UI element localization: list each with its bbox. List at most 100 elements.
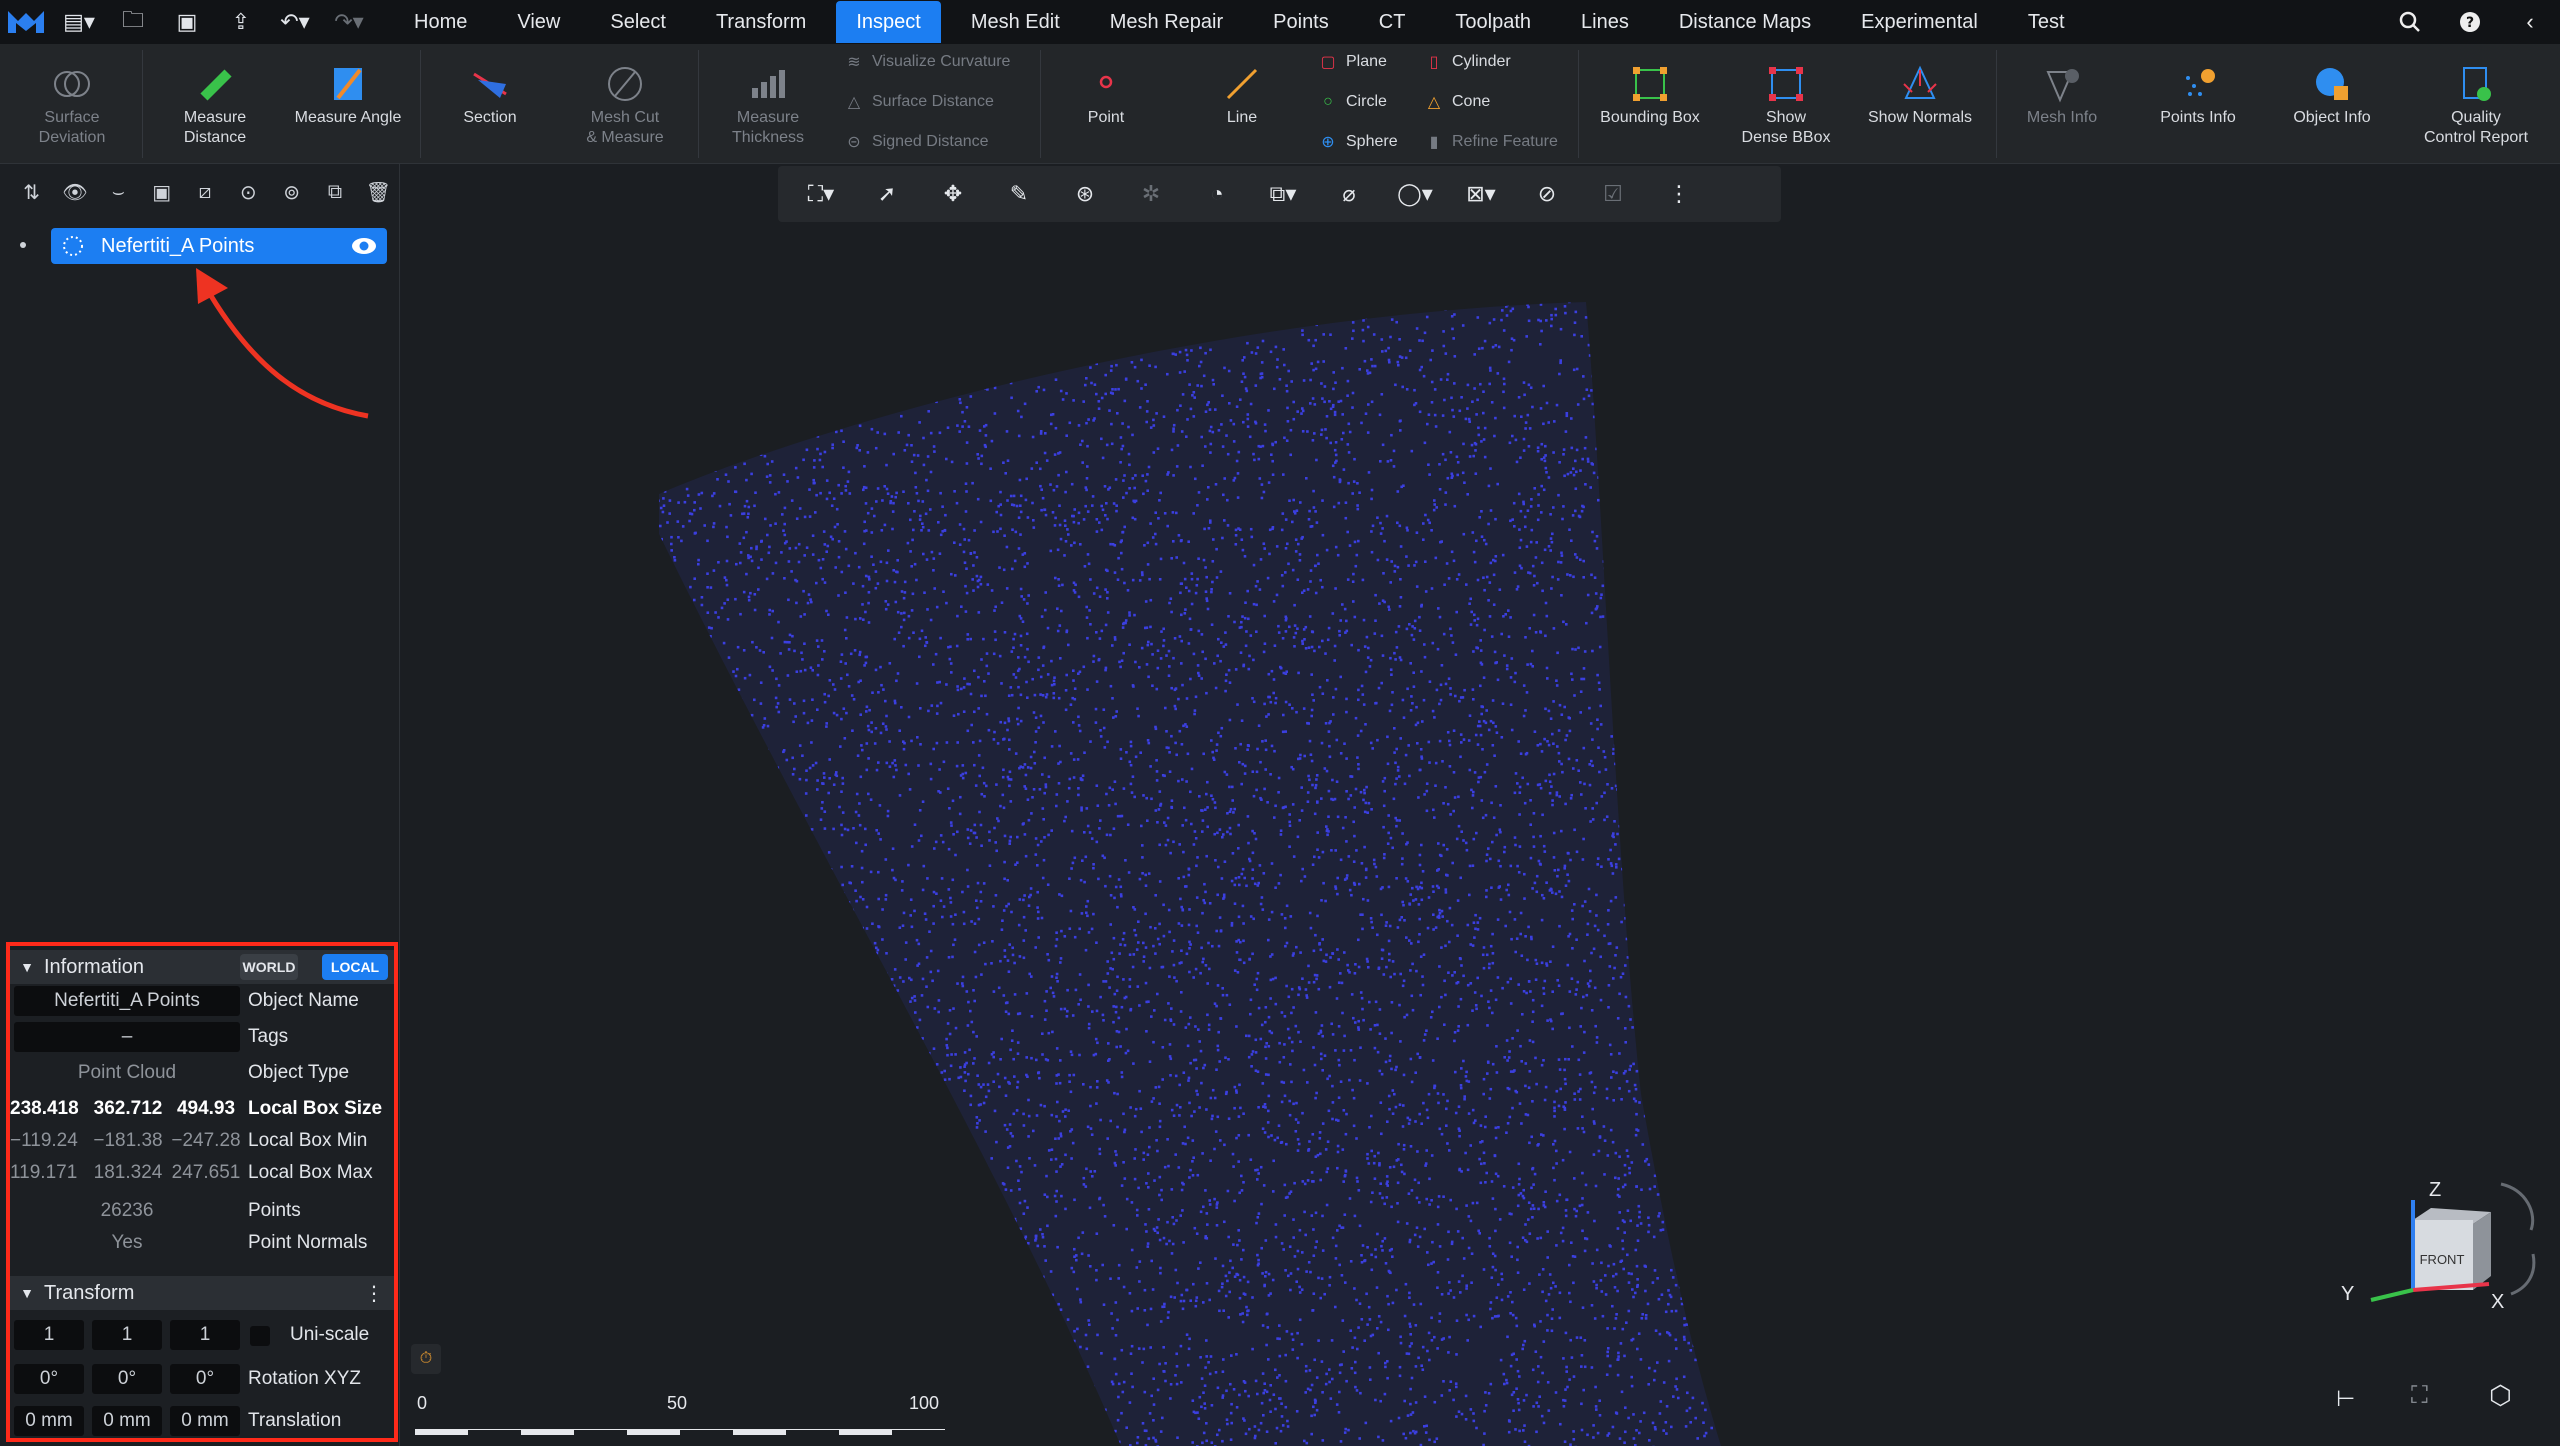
collapse-ribbon-icon[interactable]: ‹ — [2500, 0, 2560, 44]
deselect-icon[interactable]: ⧄ — [183, 172, 226, 212]
measure-angle-button[interactable]: Measure Angle — [288, 44, 408, 164]
export-icon[interactable]: ⇪ — [214, 0, 268, 44]
refine-feature-button[interactable]: ▮ Refine Feature — [1424, 124, 1558, 160]
tab-view[interactable]: View — [497, 1, 580, 43]
eye-closed-icon[interactable]: ⌣ — [97, 172, 140, 212]
object-name-field[interactable]: Nefertiti_A Points — [14, 986, 240, 1016]
plane-button[interactable]: ▢ Plane — [1318, 44, 1386, 80]
sphere-button[interactable]: ⊕ Sphere — [1318, 124, 1397, 160]
translation-x-input[interactable]: 0 mm — [14, 1406, 84, 1436]
rotate-view-icon[interactable] — [2500, 1182, 2535, 1231]
points-info-button[interactable]: Points Info — [2148, 44, 2248, 164]
undo-icon[interactable]: ↶▾ — [268, 0, 322, 44]
help-icon[interactable]: ? — [2440, 0, 2500, 44]
app-logo-icon[interactable] — [0, 0, 52, 44]
object-info-button[interactable]: Object Info — [2282, 44, 2382, 164]
eye-icon[interactable]: 👁 — [53, 172, 96, 212]
search-icon[interactable] — [2380, 0, 2440, 44]
save-icon[interactable]: ▣ — [160, 0, 214, 44]
visibility-eye-icon[interactable] — [351, 234, 377, 264]
tab-select[interactable]: Select — [590, 1, 686, 43]
projection-cube-icon[interactable]: ⬡ — [2489, 1380, 2512, 1411]
select-all-icon[interactable]: ▣ — [140, 172, 183, 212]
line-button[interactable]: Line — [1192, 44, 1292, 164]
mesh-info-button[interactable]: Mesh Info — [2012, 44, 2112, 164]
local-toggle[interactable]: LOCAL — [322, 954, 388, 980]
rotation-x-input[interactable]: 0° — [14, 1364, 84, 1394]
circle-button[interactable]: ○ Circle — [1318, 84, 1387, 120]
quality-control-report-button[interactable]: Quality Control Report — [2416, 44, 2536, 164]
duplicate-icon[interactable]: ⧉ — [313, 172, 356, 212]
tags-field[interactable]: – — [14, 1022, 240, 1052]
hide-brush-icon[interactable]: ⌀ — [1316, 172, 1382, 216]
surface-distance-button[interactable]: △ Surface Distance — [844, 84, 994, 120]
visualize-curvature-button[interactable]: ≋ Visualize Curvature — [844, 44, 1010, 80]
tab-transform[interactable]: Transform — [696, 1, 826, 43]
scale-y-input[interactable]: 1 — [92, 1320, 162, 1350]
tab-experimental[interactable]: Experimental — [1841, 1, 1998, 43]
information-header[interactable]: ▼ Information WORLD LOCAL — [10, 950, 394, 984]
measure-distance-button[interactable]: Measure Distance — [165, 44, 265, 164]
redo-icon[interactable]: ↷▾ — [322, 0, 376, 44]
more-options-icon[interactable]: ⋮ — [364, 1281, 384, 1306]
rotation-y-input[interactable]: 0° — [92, 1364, 162, 1394]
mesh-cut-button[interactable]: Mesh Cut & Measure — [575, 44, 675, 164]
signed-distance-button[interactable]: ⊝ Signed Distance — [844, 124, 988, 160]
tab-ct[interactable]: CT — [1359, 1, 1426, 43]
tab-mesh-repair[interactable]: Mesh Repair — [1090, 1, 1243, 43]
tab-mesh-edit[interactable]: Mesh Edit — [951, 1, 1080, 43]
select-arrow-icon[interactable]: ➚ — [854, 172, 920, 216]
box-select-icon[interactable]: ⊠▾ — [1448, 172, 1514, 216]
fit-selection-icon[interactable]: ⛶▾ — [788, 172, 854, 216]
world-toggle[interactable]: WORLD — [240, 954, 298, 980]
tab-toolpath[interactable]: Toolpath — [1435, 1, 1551, 43]
tab-home[interactable]: Home — [394, 1, 487, 43]
tab-inspect[interactable]: Inspect — [836, 1, 941, 43]
timer-icon[interactable]: ⏱ — [411, 1344, 441, 1374]
transform-header[interactable]: ▼ Transform ⋮ — [10, 1276, 394, 1310]
rotation-z-input[interactable]: 0° — [170, 1364, 240, 1394]
open-folder-icon[interactable]: 🗀 — [106, 0, 160, 44]
apply-icon[interactable]: ☑ — [1580, 172, 1646, 216]
scale-x-input[interactable]: 1 — [14, 1320, 84, 1350]
show-normals-button[interactable]: Show Normals — [1860, 44, 1980, 164]
show-dense-bbox-button[interactable]: Show Dense BBox — [1726, 44, 1846, 164]
scale-z-input[interactable]: 1 — [170, 1320, 240, 1350]
tab-distance-maps[interactable]: Distance Maps — [1659, 1, 1831, 43]
cone-button[interactable]: △ Cone — [1424, 84, 1490, 120]
edit-brush-icon[interactable]: ✎ — [986, 172, 1052, 216]
translation-z-input[interactable]: 0 mm — [170, 1406, 240, 1436]
tab-test[interactable]: Test — [2008, 1, 2085, 43]
view-cube[interactable]: Z Y X FRONT — [2341, 1164, 2551, 1324]
wheel-icon[interactable]: ⊛ — [1052, 172, 1118, 216]
rotate-view-icon[interactable] — [2510, 1253, 2536, 1296]
move-up-icon[interactable]: ⊙ — [227, 172, 270, 212]
lasso-icon[interactable]: ◯▾ — [1382, 172, 1448, 216]
clone-icon[interactable]: ⧉▾ — [1250, 172, 1316, 216]
section-button[interactable]: Section — [440, 44, 540, 164]
bounding-box-button[interactable]: Bounding Box — [1590, 44, 1710, 164]
clear-selection-icon[interactable]: ⊘ — [1514, 172, 1580, 216]
translation-y-input[interactable]: 0 mm — [92, 1406, 162, 1436]
object-name-label: Object Name — [248, 990, 359, 1011]
move-down-icon[interactable]: ⊚ — [270, 172, 313, 212]
sort-icon[interactable]: ⇅ — [10, 172, 53, 212]
cylinder-button[interactable]: ▯ Cylinder — [1424, 44, 1511, 80]
trash-icon[interactable]: 🗑 — [357, 172, 400, 212]
line-label: Line — [1226, 109, 1258, 126]
uniscale-checkbox[interactable] — [250, 1326, 270, 1346]
tab-points[interactable]: Points — [1253, 1, 1349, 43]
object-shape-icon[interactable]: ◔ — [1184, 172, 1250, 216]
3d-viewport[interactable]: Z Y X FRONT ⊢ ⛶ ⬡ ⏱ — [401, 164, 2560, 1446]
tree-item-nefertiti-points[interactable]: Nefertiti_A Points — [51, 228, 387, 264]
point-button[interactable]: Point — [1056, 44, 1156, 164]
measure-thickness-button[interactable]: Measure Thickness — [718, 44, 818, 164]
tab-lines[interactable]: Lines — [1561, 1, 1649, 43]
more-options-icon[interactable]: ⋮ — [1646, 172, 1712, 216]
move-icon[interactable]: ✥ — [920, 172, 986, 216]
surface-deviation-button[interactable]: Surface Deviation — [22, 44, 122, 164]
new-scene-icon[interactable]: ▤▾ — [52, 0, 106, 44]
fit-view-icon[interactable]: ⛶ — [2411, 1382, 2428, 1410]
ruler-toggle-icon[interactable]: ⊢ — [2336, 1386, 2355, 1412]
gizmo-icon[interactable]: ✲ — [1118, 172, 1184, 216]
